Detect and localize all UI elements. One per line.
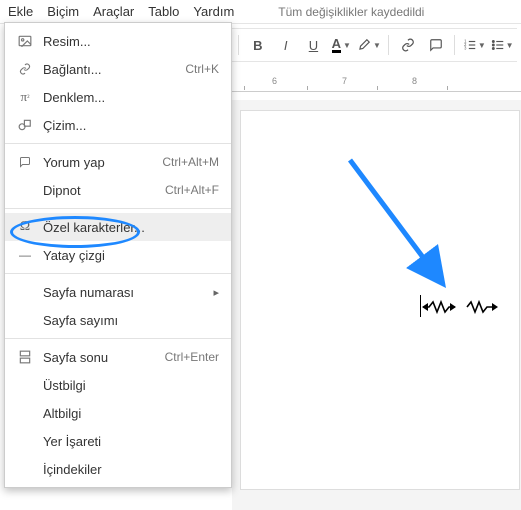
underline-button[interactable]: U xyxy=(301,32,327,58)
menu-header[interactable]: Üstbilgi xyxy=(5,371,231,399)
menu-page-break[interactable]: Sayfa sonu Ctrl+Enter xyxy=(5,343,231,371)
menu-link[interactable]: Bağlantı... Ctrl+K xyxy=(5,55,231,83)
menu-divider xyxy=(5,208,231,209)
bulleted-list-icon xyxy=(491,38,505,52)
blank-icon xyxy=(15,377,35,393)
menu-yardim[interactable]: Yardım xyxy=(193,4,234,19)
numbered-list-icon: 123 xyxy=(463,38,477,52)
blank-icon xyxy=(15,284,35,300)
image-icon xyxy=(15,33,35,49)
text-color-button[interactable]: A▼ xyxy=(328,32,354,58)
menu-divider xyxy=(5,338,231,339)
toolbar-sep xyxy=(238,35,239,55)
menu-divider xyxy=(5,143,231,144)
blank-icon xyxy=(15,461,35,477)
shortcut: Ctrl+Alt+F xyxy=(165,183,219,197)
blank-icon xyxy=(15,182,35,198)
bulleted-list-button[interactable]: ▼ xyxy=(489,32,515,58)
menu-toc[interactable]: İçindekiler xyxy=(5,455,231,483)
blank-icon xyxy=(15,433,35,449)
menu-equation[interactable]: π² Denklem... xyxy=(5,83,231,111)
highlight-button[interactable]: ▼ xyxy=(356,32,382,58)
insert-menu: Resim... Bağlantı... Ctrl+K π² Denklem..… xyxy=(4,22,232,488)
line-icon: — xyxy=(15,247,35,263)
menu-drawing[interactable]: Çizim... xyxy=(5,111,231,139)
pagebreak-icon xyxy=(15,349,35,365)
menu-horizontal-line[interactable]: — Yatay çizgi xyxy=(5,241,231,269)
omega-icon: Ω xyxy=(15,219,35,235)
blank-icon xyxy=(15,405,35,421)
menu-page-count[interactable]: Sayfa sayımı xyxy=(5,306,231,334)
menu-image[interactable]: Resim... xyxy=(5,27,231,55)
menu-special-characters[interactable]: Ω Özel karakterler... xyxy=(5,213,231,241)
italic-button[interactable]: I xyxy=(273,32,299,58)
shortcut: Ctrl+Enter xyxy=(165,350,219,364)
inserted-chars xyxy=(422,300,502,314)
menu-bookmark[interactable]: Yer İşareti xyxy=(5,427,231,455)
highlight-icon xyxy=(357,38,371,52)
menu-divider xyxy=(5,273,231,274)
toolbar-sep xyxy=(454,35,455,55)
menubar: Ekle Biçim Araçlar Tablo Yardım Tüm deği… xyxy=(0,0,521,24)
equation-icon: π² xyxy=(15,89,35,105)
menu-footer[interactable]: Altbilgi xyxy=(5,399,231,427)
link-button[interactable] xyxy=(395,32,421,58)
menu-bicim[interactable]: Biçim xyxy=(47,4,79,19)
menu-tablo[interactable]: Tablo xyxy=(148,4,179,19)
menu-ekle[interactable]: Ekle xyxy=(8,4,33,19)
numbered-list-button[interactable]: 123 ▼ xyxy=(461,32,487,58)
blank-icon xyxy=(15,312,35,328)
menu-araclar[interactable]: Araçlar xyxy=(93,4,134,19)
toolbar: B I U A▼ ▼ 123 ▼ ▼ xyxy=(232,28,517,62)
link-icon xyxy=(401,38,415,52)
shortcut: Ctrl+K xyxy=(185,62,219,76)
saved-label: Tüm değişiklikler kaydedildi xyxy=(278,5,424,19)
text-cursor xyxy=(420,295,421,317)
chevron-right-icon: ▸ xyxy=(213,286,219,299)
ruler: 6 7 8 xyxy=(232,74,521,92)
menu-comment[interactable]: Yorum yap Ctrl+Alt+M xyxy=(5,148,231,176)
toolbar-sep xyxy=(388,35,389,55)
svg-text:3: 3 xyxy=(464,46,467,51)
link-icon xyxy=(15,61,35,77)
comment-icon xyxy=(15,154,35,170)
menu-footnote[interactable]: Dipnot Ctrl+Alt+F xyxy=(5,176,231,204)
bold-button[interactable]: B xyxy=(245,32,271,58)
menu-page-number[interactable]: Sayfa numarası ▸ xyxy=(5,278,231,306)
comment-icon xyxy=(429,38,443,52)
comment-button[interactable] xyxy=(423,32,449,58)
shortcut: Ctrl+Alt+M xyxy=(162,155,219,169)
drawing-icon xyxy=(15,117,35,133)
